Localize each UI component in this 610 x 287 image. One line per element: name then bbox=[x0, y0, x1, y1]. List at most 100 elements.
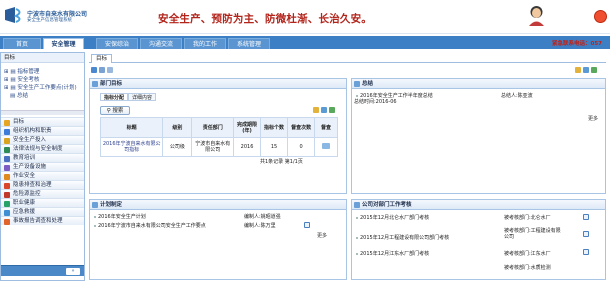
subtab-allocation[interactable]: 指标分配 bbox=[100, 93, 129, 101]
panel-summary: 总结 2016年安全生产工作半年度总结 总结时间:2016-06 总结人:陈亚波… bbox=[351, 78, 606, 194]
col-level: 级别 bbox=[162, 117, 193, 138]
table-header-row: 标题 级别 责任部门 完成期限(年) 指标个数 督查次数 督查 bbox=[99, 117, 338, 138]
assess-item-title[interactable]: 2015年12月北仑水厂部门考核 bbox=[360, 215, 429, 221]
menu-item-hazard[interactable]: 隐患排查和治理 bbox=[1, 180, 84, 189]
assess-item-dept: 被考核部门:工程建设有限公司 bbox=[504, 228, 561, 240]
assess-item-title[interactable]: 2015年12月工程建设有限公司部门考核 bbox=[360, 235, 449, 241]
menu-item-target[interactable]: 目标 bbox=[1, 117, 84, 126]
tab-my-work[interactable]: 我的工作 bbox=[184, 38, 226, 49]
assess-item-dept: 被考核部门:水质检测 bbox=[504, 265, 551, 271]
tree-item-indicators[interactable]: ⊞ ▤ 指标管理 bbox=[4, 67, 39, 75]
tab-security[interactable]: 安保综治 bbox=[96, 38, 138, 49]
menu-item-danger-source[interactable]: 危险源监控 bbox=[1, 189, 84, 198]
plan-item-title[interactable]: 2016年安全生产计划 bbox=[98, 214, 146, 220]
summary-item-author: 总结人:陈亚波 bbox=[501, 93, 533, 99]
plan-item-title[interactable]: 2016年宁波市自来水有限公司安全生产工作要点 bbox=[98, 223, 206, 229]
sidebar-footer: » bbox=[1, 265, 84, 276]
book-icon bbox=[4, 146, 10, 153]
tab-communication[interactable]: 沟通交流 bbox=[140, 38, 182, 49]
col-dept: 责任部门 bbox=[191, 117, 235, 138]
inspect-icon[interactable] bbox=[322, 143, 331, 149]
assess-item-dept: 被考核部门:北仑水厂 bbox=[504, 215, 551, 221]
money-icon bbox=[4, 137, 10, 144]
edit-pencil-icon[interactable] bbox=[583, 249, 589, 255]
education-icon bbox=[4, 155, 10, 162]
bullet-icon bbox=[356, 217, 358, 219]
tab-system-management[interactable]: 系统管理 bbox=[228, 38, 270, 49]
panel-summary-header: 总结 bbox=[352, 79, 605, 89]
menu-item-work-safety[interactable]: 作业安全 bbox=[1, 171, 84, 180]
company-logo-icon bbox=[5, 7, 21, 23]
tree-root[interactable]: 目标 bbox=[1, 53, 84, 63]
row-dept: 宁波市自来水有限公司 bbox=[191, 137, 235, 157]
col-deadline: 完成期限(年) bbox=[233, 117, 262, 138]
report-icon bbox=[4, 218, 10, 225]
danger-icon bbox=[4, 191, 10, 198]
main-content: 目标 部门目标 指标分配 详细内容 ⚲ 搜索 标题 级别 责任部门 完成期限(年… bbox=[89, 52, 606, 282]
layout-icon[interactable] bbox=[583, 67, 589, 73]
menu-item-health[interactable]: 职业健康 bbox=[1, 198, 84, 207]
tab-safety-management[interactable]: 安全管理 bbox=[43, 38, 84, 49]
menu-item-organization[interactable]: 组织机构和职责 bbox=[1, 126, 84, 135]
export-icon[interactable] bbox=[591, 67, 597, 73]
edit-pencil-icon[interactable] bbox=[583, 214, 589, 220]
subtab-detail[interactable]: 详细内容 bbox=[128, 93, 157, 101]
menu-item-training[interactable]: 教育培训 bbox=[1, 153, 84, 162]
logout-power-icon[interactable] bbox=[594, 10, 607, 23]
folder-icon[interactable] bbox=[575, 67, 581, 73]
col-title: 标题 bbox=[99, 117, 164, 138]
row-inspect-cell bbox=[314, 137, 338, 157]
plan-item-author: 编制人:陈万里 bbox=[244, 223, 276, 229]
table-row: 2016年宁波自来水有限公司指标 公司级 宁波市自来水有限公司 2016 15 … bbox=[99, 137, 338, 157]
panel-plan-header: 计划制定 bbox=[90, 200, 346, 210]
tree-item-plan[interactable]: ⊞ ▤ 安全生产工作要点(计划) bbox=[4, 83, 77, 91]
tab-home[interactable]: 首页 bbox=[3, 38, 41, 49]
menu-item-rescue[interactable]: 应急救援 bbox=[1, 207, 84, 216]
edit-icon[interactable] bbox=[99, 67, 105, 73]
bullet-icon bbox=[94, 216, 96, 218]
refresh-icon[interactable] bbox=[107, 67, 113, 73]
breadcrumb: 目标 bbox=[89, 52, 606, 63]
menu-item-accident[interactable]: 事故报告调查和处理 bbox=[1, 216, 84, 225]
bullet-icon bbox=[356, 237, 358, 239]
assessment-panel-icon bbox=[354, 202, 360, 208]
breadcrumb-tab[interactable]: 目标 bbox=[91, 54, 113, 63]
panel-folder-icon[interactable] bbox=[313, 107, 319, 113]
tree-item-assessment[interactable]: ⊞ ▤ 安全考核 bbox=[4, 75, 39, 83]
hazard-icon bbox=[4, 182, 10, 189]
toolbar bbox=[89, 65, 606, 74]
emergency-hotline: 紧急联系电话：057 bbox=[552, 41, 602, 47]
add-icon[interactable] bbox=[91, 67, 97, 73]
tree-item-summary[interactable]: ▤ 总结 bbox=[10, 91, 28, 99]
tree-root-label: 目标 bbox=[4, 55, 16, 61]
rescue-icon bbox=[4, 209, 10, 216]
target-panel-icon bbox=[92, 81, 98, 87]
target-table: 标题 级别 责任部门 完成期限(年) 指标个数 督查次数 督查 2016年宁波自… bbox=[99, 117, 338, 157]
equipment-icon bbox=[4, 164, 10, 171]
row-count: 15 bbox=[260, 137, 289, 157]
slogan: 安全生产、预防为主、防微杜渐、长治久安。 bbox=[158, 13, 372, 25]
tree-horizontal-scrollbar[interactable] bbox=[1, 110, 84, 115]
plan-more-link[interactable]: 更多 bbox=[317, 232, 327, 239]
collapse-sidebar-button[interactable]: » bbox=[66, 268, 80, 275]
edit-pencil-icon[interactable] bbox=[583, 231, 589, 237]
bullet-icon bbox=[356, 95, 358, 97]
user-avatar-icon[interactable] bbox=[528, 5, 545, 26]
org-icon bbox=[4, 128, 10, 135]
summary-more-link[interactable]: 更多 bbox=[588, 115, 598, 122]
summary-panel-icon bbox=[354, 81, 360, 87]
panel-layout-icon[interactable] bbox=[321, 107, 327, 113]
sidebar: 目标 ⊞ ▤ 指标管理 ⊞ ▤ 安全考核 ⊞ ▤ 安全生产工作要点(计划) ▤ … bbox=[0, 52, 85, 281]
col-inspect: 督查 bbox=[314, 117, 338, 138]
panel-export-icon[interactable] bbox=[329, 107, 335, 113]
menu-item-regulations[interactable]: 法律法规与安全制度 bbox=[1, 144, 84, 153]
search-button[interactable]: ⚲ 搜索 bbox=[100, 106, 130, 115]
assess-item-title[interactable]: 2015年12月江东水厂部门考核 bbox=[360, 251, 429, 257]
plan-panel-icon bbox=[92, 202, 98, 208]
menu-item-equipment[interactable]: 生产设备设施 bbox=[1, 162, 84, 171]
bullet-icon bbox=[94, 225, 96, 227]
edit-pencil-icon[interactable] bbox=[304, 222, 310, 228]
row-title-link[interactable]: 2016年宁波自来水有限公司指标 bbox=[99, 137, 164, 157]
work-icon bbox=[4, 173, 10, 180]
menu-item-investment[interactable]: 安全生产投入 bbox=[1, 135, 84, 144]
